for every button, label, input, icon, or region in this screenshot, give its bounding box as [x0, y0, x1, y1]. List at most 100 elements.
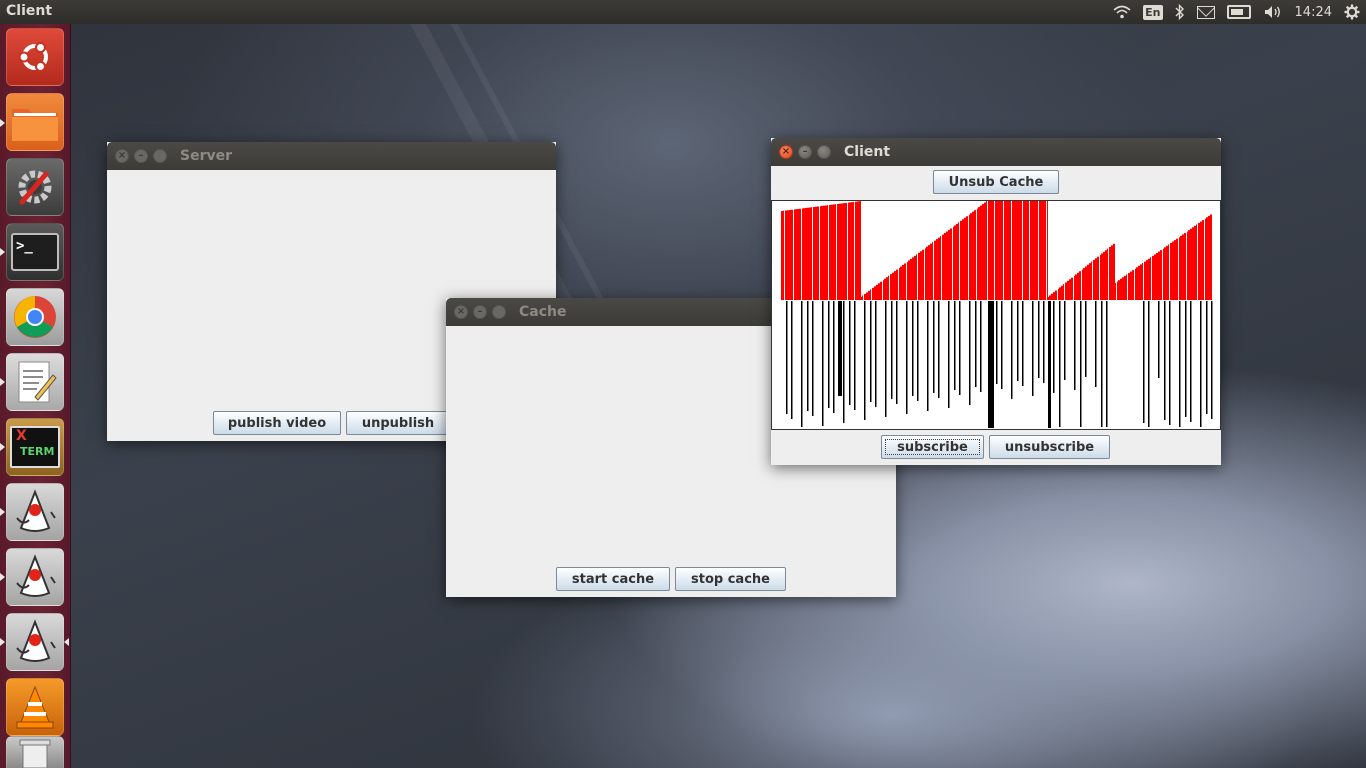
java-app-launcher-2[interactable] — [6, 548, 64, 606]
red-bar — [886, 277, 888, 300]
minimize-icon[interactable]: – — [798, 145, 812, 159]
red-bar — [892, 272, 894, 300]
close-icon[interactable]: × — [115, 149, 129, 163]
red-bar — [860, 297, 862, 300]
bar-gap — [906, 201, 907, 300]
unsubscribe-button[interactable]: unsubscribe — [989, 435, 1110, 459]
red-bar — [918, 252, 920, 300]
unsub-cache-button[interactable]: Unsub Cache — [933, 170, 1059, 194]
black-bar — [1148, 301, 1150, 427]
wifi-icon[interactable] — [1113, 5, 1131, 19]
red-bar — [992, 201, 994, 300]
black-bar — [1085, 301, 1087, 377]
client-titlebar[interactable]: × – Client — [771, 138, 1221, 166]
red-bar — [1138, 265, 1140, 300]
text-editor-icon — [18, 361, 57, 403]
maximize-icon[interactable] — [153, 149, 167, 163]
black-bar — [1106, 301, 1108, 427]
keyboard-layout-label: En — [1143, 4, 1163, 20]
bar-gap — [1011, 201, 1012, 300]
red-bar — [1067, 280, 1069, 300]
red-bar — [1004, 201, 1006, 300]
chrome-launcher[interactable] — [6, 288, 64, 346]
mail-icon[interactable] — [1196, 5, 1215, 19]
subscribe-button[interactable]: subscribe — [881, 435, 984, 459]
red-bar — [962, 219, 964, 300]
minimize-icon[interactable]: – — [134, 149, 148, 163]
red-bar — [934, 240, 936, 300]
java-app-launcher-1[interactable] — [6, 483, 64, 541]
bar-gap — [863, 201, 864, 300]
close-icon[interactable]: × — [454, 305, 468, 319]
red-bar — [1184, 233, 1186, 300]
client-window: × – Client Unsub Cache subscribe unsubsc… — [771, 138, 1221, 465]
red-bar — [781, 211, 783, 300]
files-launcher[interactable] — [6, 93, 64, 151]
black-bar — [975, 301, 977, 387]
red-bar — [1111, 245, 1113, 300]
text-editor-launcher[interactable] — [6, 353, 64, 411]
bar-gap — [1143, 201, 1144, 300]
java-app-launcher-3[interactable] — [6, 613, 64, 671]
stop-cache-button[interactable]: stop cache — [675, 567, 786, 591]
black-bar — [843, 301, 845, 423]
black-bar — [1043, 301, 1045, 383]
black-bar — [906, 301, 908, 414]
vlc-launcher[interactable] — [6, 678, 64, 736]
red-bar — [946, 231, 948, 300]
red-bar — [829, 204, 831, 300]
red-bar — [1174, 240, 1176, 300]
red-bar — [825, 205, 827, 300]
trash-launcher[interactable] — [6, 736, 64, 768]
red-bar — [813, 206, 815, 300]
settings-launcher[interactable] — [6, 158, 64, 216]
red-bar — [1158, 251, 1160, 300]
black-bar — [1158, 301, 1160, 378]
unpublish-button[interactable]: unpublish — [346, 411, 450, 435]
bar-gap — [952, 201, 953, 300]
server-titlebar[interactable]: × – Server — [107, 142, 556, 170]
publish-video-button[interactable]: publish video — [213, 411, 341, 435]
bar-gap — [801, 201, 802, 300]
clock-label[interactable]: 14:24 — [1295, 5, 1332, 20]
red-bar — [857, 201, 859, 300]
bluetooth-icon[interactable] — [1175, 4, 1185, 20]
red-bar — [1049, 295, 1051, 300]
terminal-launcher[interactable]: >_ — [6, 223, 64, 281]
red-bar — [1122, 277, 1124, 300]
red-bar — [900, 266, 902, 300]
bar-gap — [1204, 201, 1205, 300]
gear-icon[interactable] — [1344, 4, 1360, 20]
red-bar — [1144, 261, 1146, 300]
bar-gap — [1169, 201, 1170, 300]
black-bar — [1048, 301, 1051, 428]
black-bar — [807, 301, 809, 411]
start-cache-button[interactable]: start cache — [556, 567, 670, 591]
red-bar — [843, 203, 845, 300]
red-bar — [868, 290, 870, 300]
red-bar — [1042, 201, 1044, 300]
minimize-icon[interactable]: – — [473, 305, 487, 319]
bar-gap — [1116, 201, 1117, 300]
volume-icon[interactable] — [1263, 4, 1283, 20]
ubuntu-dash-button[interactable] — [6, 28, 64, 86]
red-bar — [1024, 201, 1026, 300]
red-bar — [1012, 201, 1014, 300]
bar-gap — [836, 201, 837, 300]
close-icon[interactable]: × — [779, 145, 793, 159]
red-bar — [1210, 214, 1212, 300]
maximize-icon[interactable] — [492, 305, 506, 319]
bar-gap — [933, 201, 934, 300]
red-bar — [1154, 254, 1156, 300]
window-title: Server — [180, 148, 233, 164]
bar-gap — [1003, 201, 1004, 300]
bar-gap — [882, 201, 883, 300]
window-title: Client — [844, 144, 891, 160]
red-bar — [1085, 266, 1087, 300]
black-bar — [1038, 301, 1040, 378]
top-panel: Client En 14:24 — [0, 0, 1366, 24]
keyboard-icon[interactable]: En — [1143, 4, 1163, 20]
battery-icon[interactable] — [1226, 5, 1251, 19]
maximize-icon[interactable] — [817, 145, 831, 159]
xterm-launcher[interactable]: X TERM — [6, 418, 64, 476]
